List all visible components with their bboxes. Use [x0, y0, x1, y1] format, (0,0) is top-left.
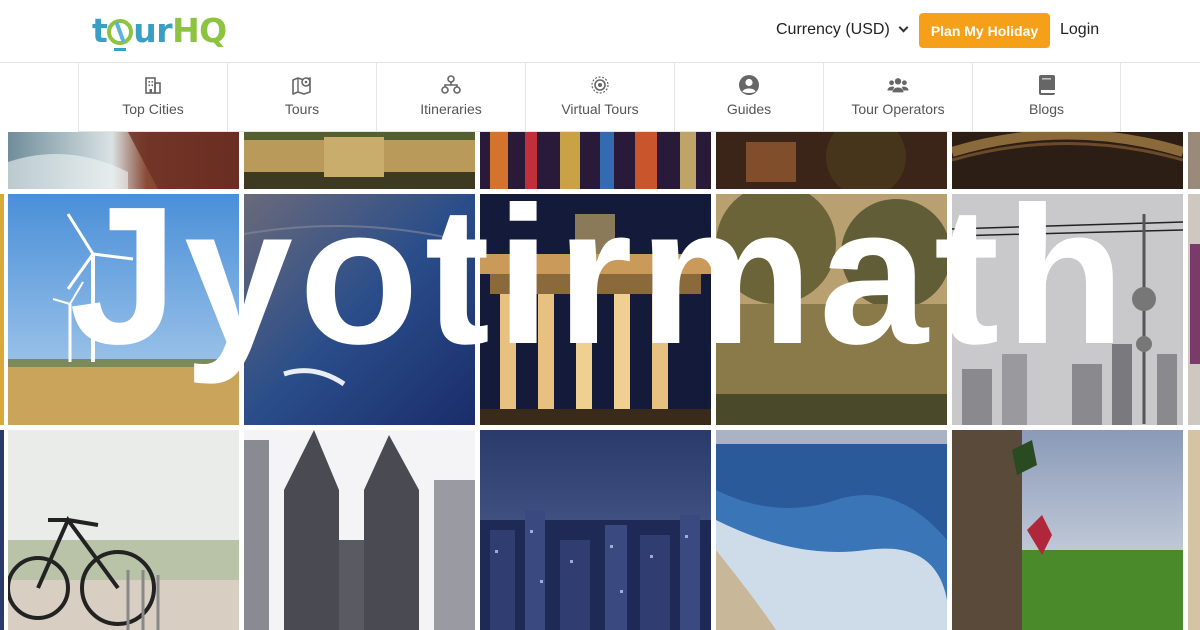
photo-edge-3: [1188, 430, 1200, 630]
nav-item-virtual-tours[interactable]: Virtual Tours: [525, 63, 674, 132]
nav-item-top-cities[interactable]: Top Cities: [78, 63, 227, 132]
plan-my-holiday-button[interactable]: Plan My Holiday: [919, 13, 1050, 48]
photo-tree-field: [952, 430, 1183, 630]
nav-item-tours[interactable]: Tours: [227, 63, 376, 132]
book-icon: [1036, 74, 1058, 96]
nav-label: Virtual Tours: [561, 101, 639, 117]
nav-item-blogs[interactable]: Blogs: [972, 63, 1121, 132]
site-header: t ur HQ Currency (USD) Plan My Holiday L…: [0, 0, 1200, 63]
virtual-tour-icon: [589, 74, 611, 96]
group-users-icon: [887, 74, 909, 96]
destination-title: Jyotirmath: [68, 166, 1131, 385]
globe-icon: [107, 19, 134, 51]
currency-label: Currency (USD): [776, 21, 890, 38]
tourhq-logo[interactable]: t ur HQ: [92, 8, 227, 52]
photo-edge-left-3: [0, 430, 4, 630]
nav-label: Tour Operators: [851, 101, 945, 117]
nav-label: Blogs: [1028, 101, 1065, 117]
city-building-icon: [142, 74, 164, 96]
logo-text-hq: HQ: [172, 10, 227, 50]
nav-item-itineraries[interactable]: Itineraries: [376, 63, 525, 132]
nav-label: Itineraries: [420, 101, 482, 117]
nav-label: Guides: [726, 101, 772, 117]
login-link[interactable]: Login: [1060, 21, 1099, 39]
photo-bicycle: [8, 430, 239, 630]
currency-selector[interactable]: Currency (USD): [776, 21, 909, 39]
logo-text-ur: ur: [133, 10, 173, 50]
chevron-down-icon: [898, 22, 909, 33]
person-circle-icon: [738, 74, 760, 96]
category-nav: Top Cities Tours Itineraries Virtual Tou…: [78, 63, 1121, 132]
nav-label: Tours: [284, 101, 320, 117]
nav-label: Top Cities: [122, 101, 184, 117]
photo-beach-waves: [716, 430, 947, 630]
photo-night-skyline: [480, 430, 711, 630]
route-nodes-icon: [440, 74, 462, 96]
photo-cathedral-spires: [244, 430, 475, 630]
nav-item-guides[interactable]: Guides: [674, 63, 823, 132]
map-pin-icon: [291, 74, 313, 96]
logo-text-t: t: [92, 10, 108, 50]
nav-item-tour-operators[interactable]: Tour Operators: [823, 63, 972, 132]
